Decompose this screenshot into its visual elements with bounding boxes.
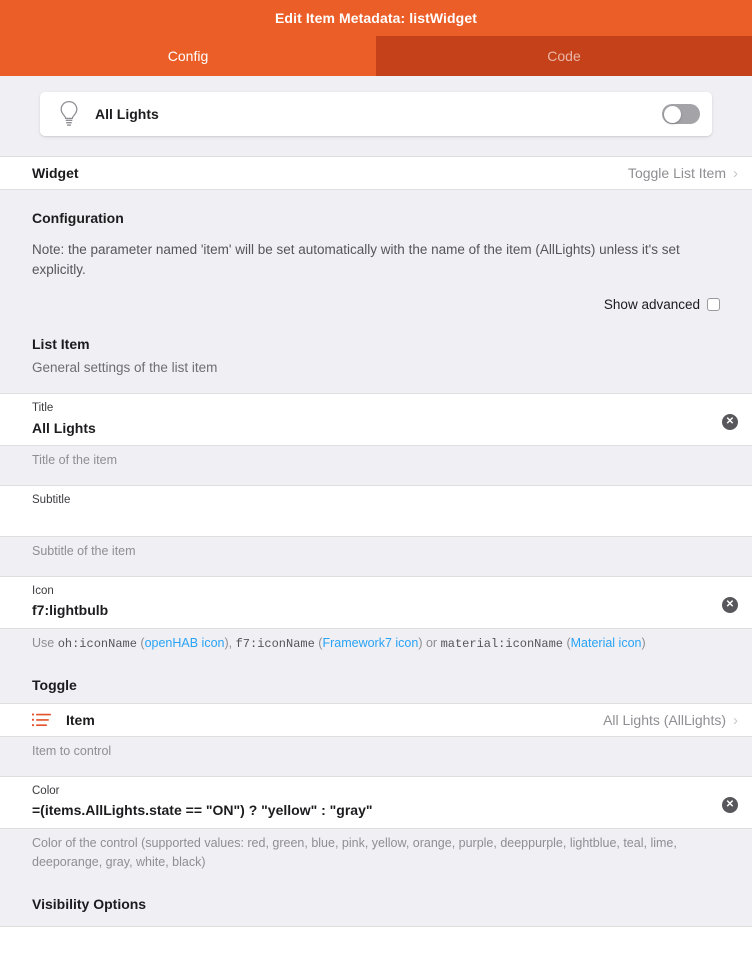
toggle-section: Toggle	[0, 677, 752, 693]
chevron-right-icon: ›	[733, 164, 738, 182]
title-field-label: Title	[32, 402, 54, 415]
tab-bar: Config Code	[0, 36, 752, 76]
show-advanced-row[interactable]: Show advanced	[0, 297, 752, 312]
list-item-section: List Item General settings of the list i…	[0, 336, 752, 375]
item-row-label: Item	[66, 712, 95, 729]
icon-helper-prefix: Use	[32, 635, 58, 650]
item-row-value: All Lights (AllLights)	[603, 712, 726, 729]
visibility-options-section: Visibility Options	[0, 896, 752, 912]
navbar: Edit Item Metadata: listWidget	[0, 0, 752, 36]
tab-code[interactable]: Code	[376, 36, 752, 76]
visibility-field-row-partial[interactable]	[0, 926, 752, 966]
icon-clear-icon[interactable]: ✕	[722, 596, 738, 613]
icon-input[interactable]: f7:lightbulb	[32, 601, 712, 621]
icon-helper-code-f7: f7:iconName	[235, 636, 315, 651]
icon-helper-paren2-close: ) or	[418, 635, 441, 650]
preview-list-item[interactable]: All Lights	[40, 92, 712, 136]
toggle-knob	[663, 105, 681, 123]
widget-row-value: Toggle List Item	[627, 165, 726, 181]
openhab-icon-link[interactable]: openHAB icon	[145, 636, 225, 650]
list-item-subheading: General settings of the list item	[32, 360, 218, 376]
preview-toggle-switch[interactable]	[662, 104, 700, 124]
widget-row-after: Toggle List Item ›	[628, 165, 738, 181]
visibility-options-heading: Visibility Options	[32, 896, 147, 913]
item-row-after: All Lights (AllLights) ›	[603, 712, 738, 728]
tab-config-label: Config	[167, 48, 209, 64]
toggle-heading: Toggle	[32, 677, 77, 694]
item-selector-block: Item All Lights (AllLights) ›	[0, 703, 752, 738]
widget-row-label: Widget	[32, 165, 79, 181]
color-input[interactable]: =(items.AllLights.state == "ON") ? "yell…	[32, 801, 712, 821]
icon-helper-code-material: material:iconName	[440, 636, 563, 651]
show-advanced-checkbox[interactable]	[707, 298, 720, 312]
item-row-helper: Item to control	[32, 744, 112, 759]
config-scroll-area[interactable]: All Lights Widget Toggle List Item › Con…	[0, 76, 752, 966]
preview-item-label: All Lights	[95, 106, 159, 122]
list-bullet-icon	[32, 711, 54, 729]
subtitle-field-helper: Subtitle of the item	[32, 544, 136, 559]
tab-config[interactable]: Config	[0, 36, 376, 76]
title-field-row[interactable]: Title All Lights ✕	[0, 393, 752, 447]
material-icon-link[interactable]: Material icon	[571, 636, 642, 650]
icon-helper-code-oh: oh:iconName	[57, 636, 137, 651]
widget-selector-block: Widget Toggle List Item ›	[0, 156, 752, 190]
show-advanced-label: Show advanced	[603, 297, 700, 313]
page-title: Edit Item Metadata: listWidget	[274, 10, 477, 26]
color-field-label: Color	[32, 784, 60, 797]
configuration-section: Configuration Note: the parameter named …	[0, 210, 752, 279]
list-item-heading: List Item	[32, 336, 90, 353]
item-selector-row[interactable]: Item All Lights (AllLights) ›	[0, 704, 752, 736]
title-field-helper: Title of the item	[32, 453, 117, 468]
color-field-row[interactable]: Color =(items.AllLights.state == "ON") ?…	[0, 775, 752, 829]
color-field-helper: Color of the control (supported values: …	[32, 835, 677, 870]
title-clear-icon[interactable]: ✕	[722, 414, 738, 431]
chevron-right-icon: ›	[733, 711, 738, 729]
widget-selector-row[interactable]: Widget Toggle List Item ›	[0, 157, 752, 189]
icon-field-label: Icon	[32, 584, 54, 597]
icon-field-row[interactable]: Icon f7:lightbulb ✕	[0, 575, 752, 629]
subtitle-input[interactable]	[32, 510, 738, 529]
subtitle-field-label: Subtitle	[32, 493, 71, 506]
widget-preview: All Lights	[0, 76, 752, 136]
icon-field-helper: Use oh:iconName (openHAB icon), f7:iconN…	[0, 629, 752, 654]
subtitle-field-row[interactable]: Subtitle	[0, 484, 752, 538]
icon-helper-paren3-open: (	[562, 635, 571, 650]
lightbulb-icon	[54, 97, 84, 131]
framework7-icon-link[interactable]: Framework7 icon	[322, 636, 418, 650]
color-clear-icon[interactable]: ✕	[722, 796, 738, 813]
icon-helper-paren1-open: (	[136, 635, 145, 650]
tab-code-label: Code	[547, 48, 581, 64]
icon-helper-paren1-close: ),	[224, 635, 236, 650]
icon-helper-paren3-close: )	[641, 635, 646, 650]
configuration-heading: Configuration	[32, 210, 124, 226]
configuration-note: Note: the parameter named 'item' will be…	[32, 242, 680, 277]
title-input[interactable]: All Lights	[32, 419, 712, 439]
